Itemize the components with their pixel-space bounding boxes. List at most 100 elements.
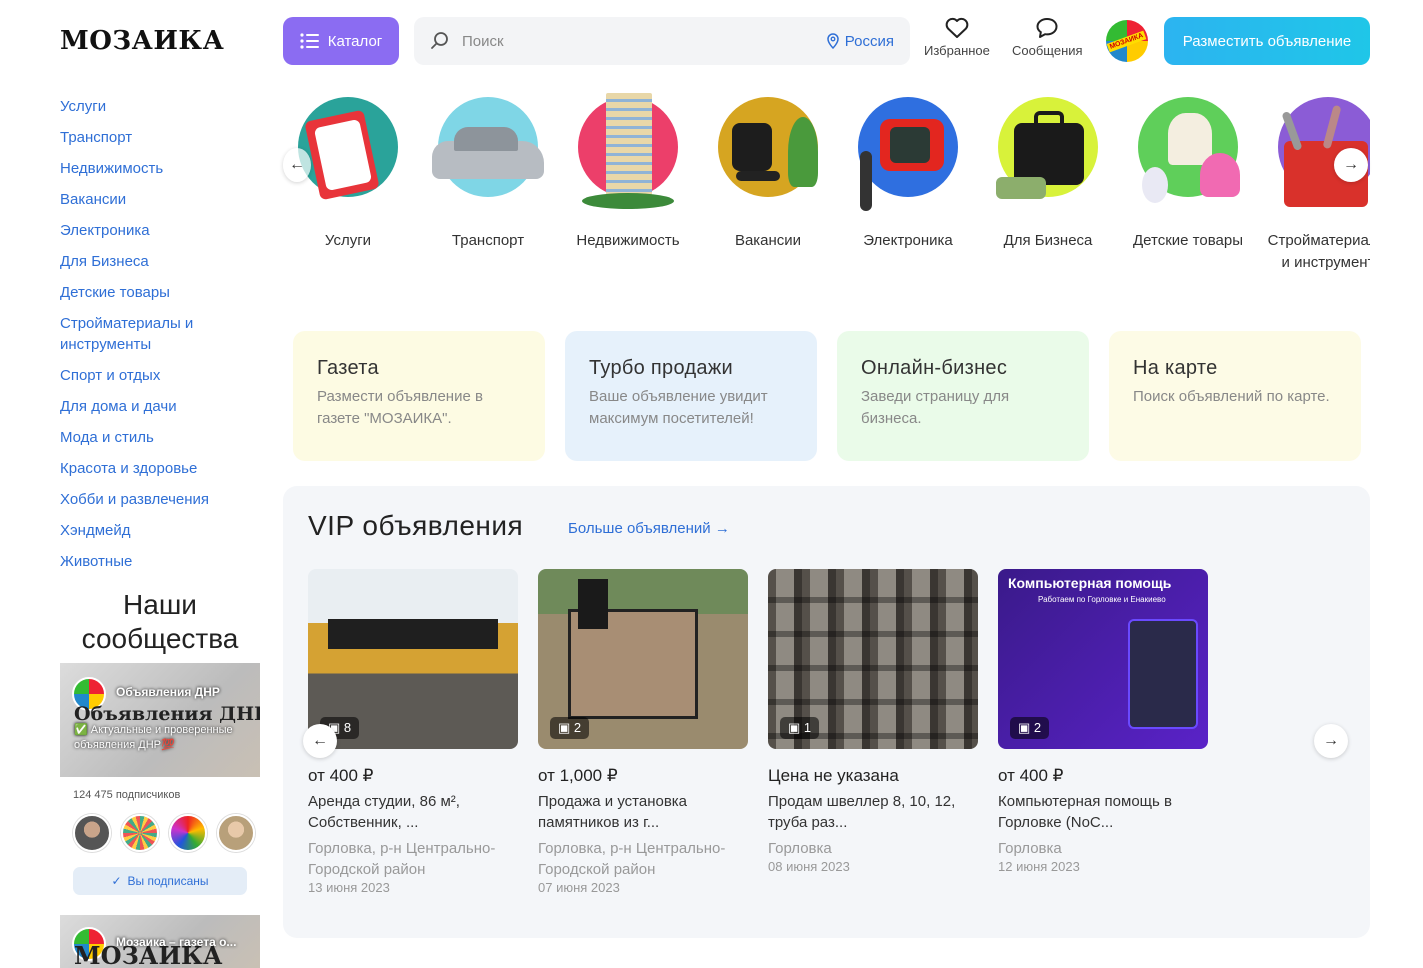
arrow-left-icon: ← [289,156,305,173]
category-business[interactable]: Для Бизнеса [983,92,1113,252]
search-input[interactable] [462,32,827,50]
messages-link[interactable]: Сообщения [1012,17,1083,58]
ad-location: Горловка [998,840,1062,857]
vip-section: VIP объявления Больше объявлений → ▣ 8 о… [283,486,1370,938]
favorites-label: Избранное [924,43,990,58]
category-realty[interactable]: Недвижимость [563,92,693,252]
category-label: Услуги [324,232,372,249]
promo-online-business[interactable]: Онлайн-бизнес Заведи страницу для бизнес… [837,331,1089,461]
avatar [217,814,255,852]
ad-title: Компьютерная помощь в Горловке (NoC... [998,793,1172,831]
sidebar-item-hobby[interactable]: Хобби и развлечения [60,489,260,510]
category-label: Электроника [863,232,953,249]
sidebar-item-fashion[interactable]: Мода и стиль [60,427,260,448]
sidebar-item-jobs[interactable]: Вакансии [60,189,260,210]
category-transport[interactable]: Транспорт [423,92,553,252]
community-card-mozaika[interactable]: МОЗАИКА Мозаика – газета о... [60,915,260,968]
sidebar-item-handmade[interactable]: Хэндмейд [60,520,260,541]
promo-turbo[interactable]: Турбо продажи Ваше объявление увидит мак… [565,331,817,461]
avatar [73,814,111,852]
category-electronics[interactable]: Электроника [843,92,973,252]
promo-title: Газета [317,357,379,379]
category-kids[interactable]: Детские товары [1123,92,1253,252]
category-label: Для Бизнеса [1003,232,1093,249]
subscribed-button[interactable]: ✓ Вы подписаны [73,867,247,895]
ad-photo: Компьютерная помощь Работаем по Горловке… [998,569,1208,749]
favorites-link[interactable]: Избранное [924,17,990,58]
messages-label: Сообщения [1012,43,1083,58]
sidebar-item-services[interactable]: Услуги [60,96,260,117]
chat-bubble-icon [1036,18,1058,38]
building-icon [578,93,678,209]
community-name: Мозаика – газета о... [116,935,237,949]
promo-title: Турбо продажи [589,357,734,379]
subscriber-count: 124 475 подписчиков [73,789,181,801]
sidebar-item-animals[interactable]: Животные [60,551,260,572]
sidebar-item-building[interactable]: Стройматериалы и инструменты [60,313,260,355]
category-carousel: Услуги Транспорт Недвижимость Вакансии Э… [283,92,1370,312]
sidebar-item-realty[interactable]: Недвижимость [60,158,260,179]
check-icon: ✓ [111,874,122,888]
search-icon [431,32,448,49]
promo-map[interactable]: На карте Поиск объявлений по карте. [1109,331,1361,461]
toys-icon [1138,97,1240,203]
category-jobs[interactable]: Вакансии [703,92,833,252]
menu-list-icon [300,33,319,49]
ad-photo: ▣ 8 [308,569,518,749]
promo-text: Размести объявление в газете "МОЗАИКА". [317,388,483,427]
ad-title: Аренда студии, 86 м², Собственник, ... [308,793,460,831]
sidebar-item-business[interactable]: Для Бизнеса [60,251,260,272]
arrow-left-icon: ← [312,732,328,749]
tv-icon [858,97,958,211]
ad-card[interactable]: ▣ 8 от 400 ₽ Аренда студии, 86 м², Собст… [308,569,518,895]
community-name: Объявления ДНР [116,685,220,699]
ad-price: Цена не указана [768,766,899,785]
category-label: Недвижимость [576,232,680,249]
carousel-next-button[interactable]: → [1334,148,1368,182]
carousel-prev-button[interactable]: ← [283,148,311,182]
photo-count-badge: ▣ 2 [1010,717,1050,739]
promo-newspaper[interactable]: Газета Размести объявление в газете "МОЗ… [293,331,545,461]
photo-count-badge: ▣ 2 [550,717,590,739]
briefcase-icon [996,97,1098,199]
sidebar-item-home[interactable]: Для дома и дачи [60,396,260,417]
ad-location: Горловка [768,840,832,857]
ad-card[interactable]: Компьютерная помощь Работаем по Горловке… [998,569,1208,874]
category-sidebar: Услуги Транспорт Недвижимость Вакансии Э… [60,96,260,582]
category-building[interactable]: Стройматериалы и инструмент [1263,92,1370,274]
arrow-right-icon: → [1323,732,1339,749]
category-label: Детские товары [1133,232,1243,249]
promo-title: На карте [1133,357,1218,379]
sidebar-item-electronics[interactable]: Электроника [60,220,260,241]
category-label: Вакансии [734,232,802,249]
avatar [121,814,159,852]
vip-title: VIP объявления [308,510,524,541]
vip-prev-button[interactable]: ← [303,724,337,758]
avatar-logo-text: МОЗАИКА [1107,30,1147,52]
ad-photo: ▣ 1 [768,569,978,749]
category-label: Стройматериалы и инструмент [1267,232,1370,271]
sidebar-item-kids[interactable]: Детские товары [60,282,260,303]
site-logo[interactable]: МОЗАИКА [60,26,224,56]
location-pin-icon [827,33,839,49]
arrow-right-icon: → [1343,156,1359,173]
member-avatars [73,814,255,852]
ad-price: от 1,000 ₽ [538,766,618,785]
region-selector[interactable]: Россия [827,33,894,50]
subscribed-label: Вы подписаны [127,874,209,888]
more-ads-label: Больше объявлений [568,520,711,537]
sidebar-item-sport[interactable]: Спорт и отдых [60,365,260,386]
vip-next-button[interactable]: → [1314,724,1348,758]
sidebar-item-transport[interactable]: Транспорт [60,127,260,148]
arrow-right-icon: → [714,520,730,537]
more-ads-link[interactable]: Больше объявлений → [568,520,730,537]
sidebar-item-beauty[interactable]: Красота и здоровье [60,458,260,479]
ad-card[interactable]: ▣ 2 от 1,000 ₽ Продажа и установка памят… [538,569,748,895]
user-avatar[interactable]: МОЗАИКА [1106,20,1148,62]
community-card-dnr[interactable]: Объявления ДНР Объявления ДНР ✅ Актуальн… [60,663,260,777]
catalog-label: Каталог [327,32,383,50]
catalog-button[interactable]: Каталог [283,17,399,65]
ad-location: Горловка, р-н Центрально-Городской район [308,840,496,878]
post-ad-button[interactable]: Разместить объявление [1164,17,1370,65]
ad-card[interactable]: ▣ 1 Цена не указана Продам швеллер 8, 10… [768,569,978,874]
